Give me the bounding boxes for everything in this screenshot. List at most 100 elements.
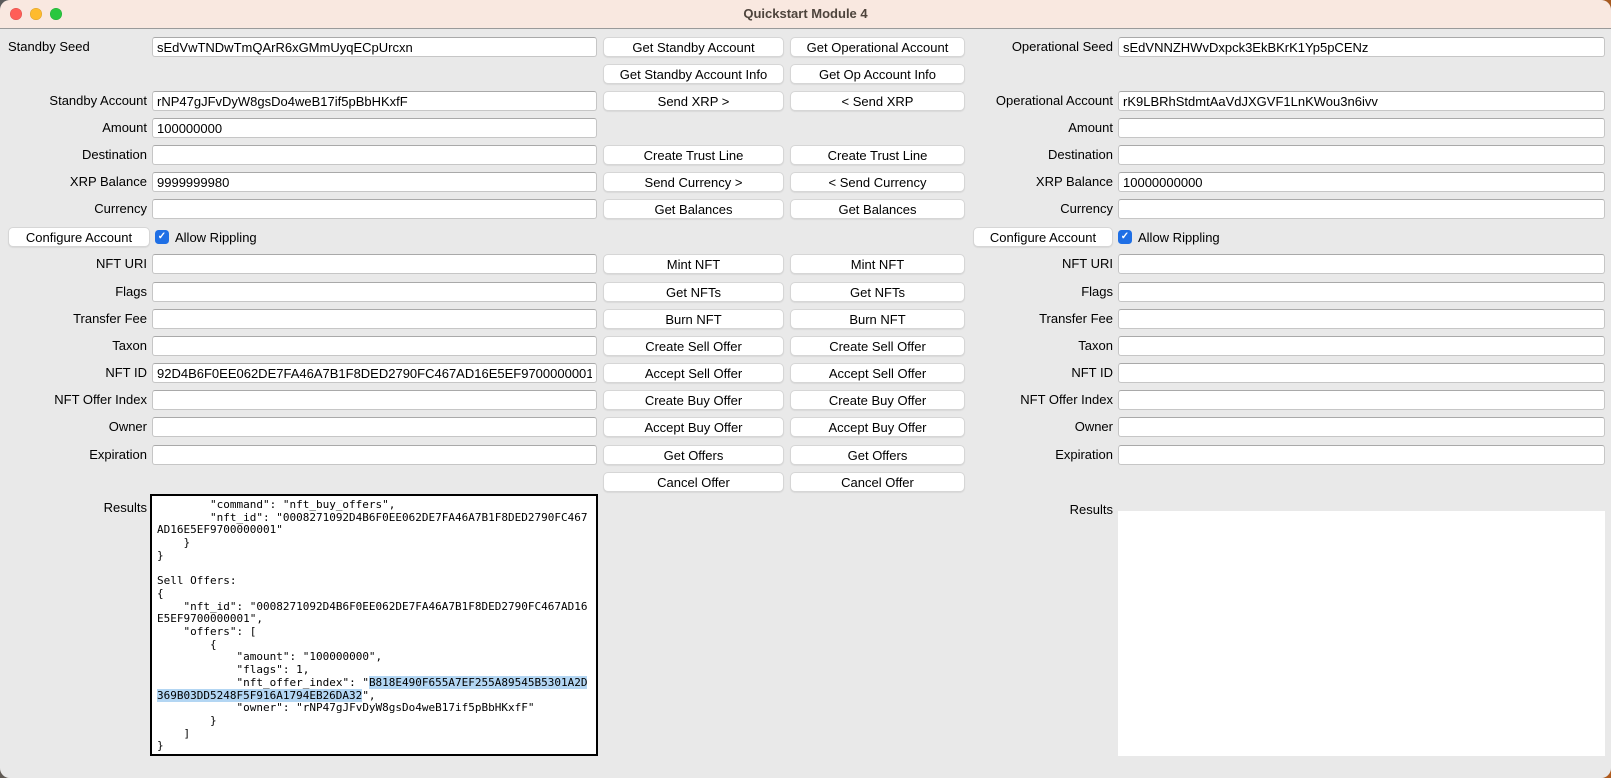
standby-results-text: "command": "nft_buy_offers", "nft_id": "… (152, 496, 596, 756)
main-content: Standby Seed Standby Account Amount Dest… (0, 29, 1611, 778)
standby-allow-rippling-checkbox[interactable]: ✓ (155, 230, 169, 244)
op-nft-offer-index-input[interactable] (1118, 390, 1605, 410)
standby-nft-id-label: NFT ID (0, 363, 147, 383)
op-currency-input[interactable] (1118, 199, 1605, 219)
op-destination-input[interactable] (1118, 145, 1605, 165)
op-allow-rippling-label: Allow Rippling (1138, 230, 1220, 245)
standby-xrp-balance-label: XRP Balance (0, 172, 147, 192)
standby-account-label: Standby Account (0, 91, 147, 111)
standby-nft-offer-index-input[interactable] (152, 390, 597, 410)
op-nft-uri-label: NFT URI (966, 254, 1113, 274)
checkbox-check-icon: ✓ (158, 230, 166, 244)
op-get-nfts-button[interactable]: Get NFTs (790, 282, 965, 302)
op-allow-rippling: ✓ Allow Rippling (1118, 227, 1220, 247)
standby-create-sell-offer-button[interactable]: Create Sell Offer (603, 336, 784, 356)
op-expiration-label: Expiration (966, 445, 1113, 465)
standby-flags-label: Flags (0, 282, 147, 302)
op-results-label: Results (966, 500, 1113, 520)
op-create-sell-offer-button[interactable]: Create Sell Offer (790, 336, 965, 356)
op-results-textarea[interactable] (1118, 511, 1605, 756)
standby-expiration-input[interactable] (152, 445, 597, 465)
op-destination-label: Destination (966, 145, 1113, 165)
standby-create-buy-offer-button[interactable]: Create Buy Offer (603, 390, 784, 410)
op-nft-id-label: NFT ID (966, 363, 1113, 383)
standby-nft-id-input[interactable] (152, 363, 597, 383)
op-taxon-label: Taxon (966, 336, 1113, 356)
standby-accept-sell-offer-button[interactable]: Accept Sell Offer (603, 363, 784, 383)
op-results-text (1118, 511, 1605, 517)
op-owner-label: Owner (966, 417, 1113, 437)
standby-seed-label: Standby Seed (0, 37, 147, 57)
op-taxon-input[interactable] (1118, 336, 1605, 356)
standby-nft-uri-input[interactable] (152, 254, 597, 274)
op-get-balances-button[interactable]: Get Balances (790, 199, 965, 219)
op-seed-label: Operational Seed (966, 37, 1113, 57)
standby-mint-nft-button[interactable]: Mint NFT (603, 254, 784, 274)
standby-send-xrp-button[interactable]: Send XRP > (603, 91, 784, 111)
standby-destination-input[interactable] (152, 145, 597, 165)
standby-get-nfts-button[interactable]: Get NFTs (603, 282, 784, 302)
op-get-offers-button[interactable]: Get Offers (790, 445, 965, 465)
standby-amount-input[interactable] (152, 118, 597, 138)
standby-expiration-label: Expiration (0, 445, 147, 465)
op-cancel-offer-button[interactable]: Cancel Offer (790, 472, 965, 492)
standby-currency-label: Currency (0, 199, 147, 219)
standby-account-input[interactable] (152, 91, 597, 111)
op-burn-nft-button[interactable]: Burn NFT (790, 309, 965, 329)
op-transfer-fee-label: Transfer Fee (966, 309, 1113, 329)
standby-taxon-input[interactable] (152, 336, 597, 356)
op-owner-input[interactable] (1118, 417, 1605, 437)
standby-get-offers-button[interactable]: Get Offers (603, 445, 784, 465)
get-standby-account-info-button[interactable]: Get Standby Account Info (603, 64, 784, 84)
standby-seed-input[interactable] (152, 37, 597, 57)
standby-get-balances-button[interactable]: Get Balances (603, 199, 784, 219)
op-accept-sell-offer-button[interactable]: Accept Sell Offer (790, 363, 965, 383)
standby-burn-nft-button[interactable]: Burn NFT (603, 309, 784, 329)
standby-create-trust-line-button[interactable]: Create Trust Line (603, 145, 784, 165)
op-configure-account-button[interactable]: Configure Account (973, 227, 1113, 247)
op-accept-buy-offer-button[interactable]: Accept Buy Offer (790, 417, 965, 437)
app-window: Quickstart Module 4 Standby Seed Standby… (0, 0, 1611, 778)
op-account-input[interactable] (1118, 91, 1605, 111)
titlebar: Quickstart Module 4 (0, 0, 1611, 29)
op-allow-rippling-checkbox[interactable]: ✓ (1118, 230, 1132, 244)
op-nft-uri-input[interactable] (1118, 254, 1605, 274)
op-amount-input[interactable] (1118, 118, 1605, 138)
op-flags-input[interactable] (1118, 282, 1605, 302)
get-op-account-info-button[interactable]: Get Op Account Info (790, 64, 965, 84)
op-send-currency-button[interactable]: < Send Currency (790, 172, 965, 192)
standby-allow-rippling-label: Allow Rippling (175, 230, 257, 245)
standby-flags-input[interactable] (152, 282, 597, 302)
standby-nft-offer-index-label: NFT Offer Index (0, 390, 147, 410)
standby-cancel-offer-button[interactable]: Cancel Offer (603, 472, 784, 492)
op-mint-nft-button[interactable]: Mint NFT (790, 254, 965, 274)
op-send-xrp-button[interactable]: < Send XRP (790, 91, 965, 111)
standby-results-textarea[interactable]: "command": "nft_buy_offers", "nft_id": "… (150, 494, 598, 756)
op-transfer-fee-input[interactable] (1118, 309, 1605, 329)
standby-send-currency-button[interactable]: Send Currency > (603, 172, 784, 192)
op-create-trust-line-button[interactable]: Create Trust Line (790, 145, 965, 165)
standby-destination-label: Destination (0, 145, 147, 165)
standby-configure-account-button[interactable]: Configure Account (8, 227, 150, 247)
op-xrp-balance-label: XRP Balance (966, 172, 1113, 192)
standby-results-label: Results (0, 498, 147, 518)
standby-accept-buy-offer-button[interactable]: Accept Buy Offer (603, 417, 784, 437)
standby-owner-input[interactable] (152, 417, 597, 437)
op-create-buy-offer-button[interactable]: Create Buy Offer (790, 390, 965, 410)
standby-transfer-fee-label: Transfer Fee (0, 309, 147, 329)
standby-currency-input[interactable] (152, 199, 597, 219)
standby-amount-label: Amount (0, 118, 147, 138)
op-expiration-input[interactable] (1118, 445, 1605, 465)
op-seed-input[interactable] (1118, 37, 1605, 57)
standby-transfer-fee-input[interactable] (152, 309, 597, 329)
op-xrp-balance-input[interactable] (1118, 172, 1605, 192)
standby-taxon-label: Taxon (0, 336, 147, 356)
get-standby-account-button[interactable]: Get Standby Account (603, 37, 784, 57)
op-amount-label: Amount (966, 118, 1113, 138)
standby-owner-label: Owner (0, 417, 147, 437)
op-nft-offer-index-label: NFT Offer Index (966, 390, 1113, 410)
op-flags-label: Flags (966, 282, 1113, 302)
standby-xrp-balance-input[interactable] (152, 172, 597, 192)
get-operational-account-button[interactable]: Get Operational Account (790, 37, 965, 57)
op-nft-id-input[interactable] (1118, 363, 1605, 383)
